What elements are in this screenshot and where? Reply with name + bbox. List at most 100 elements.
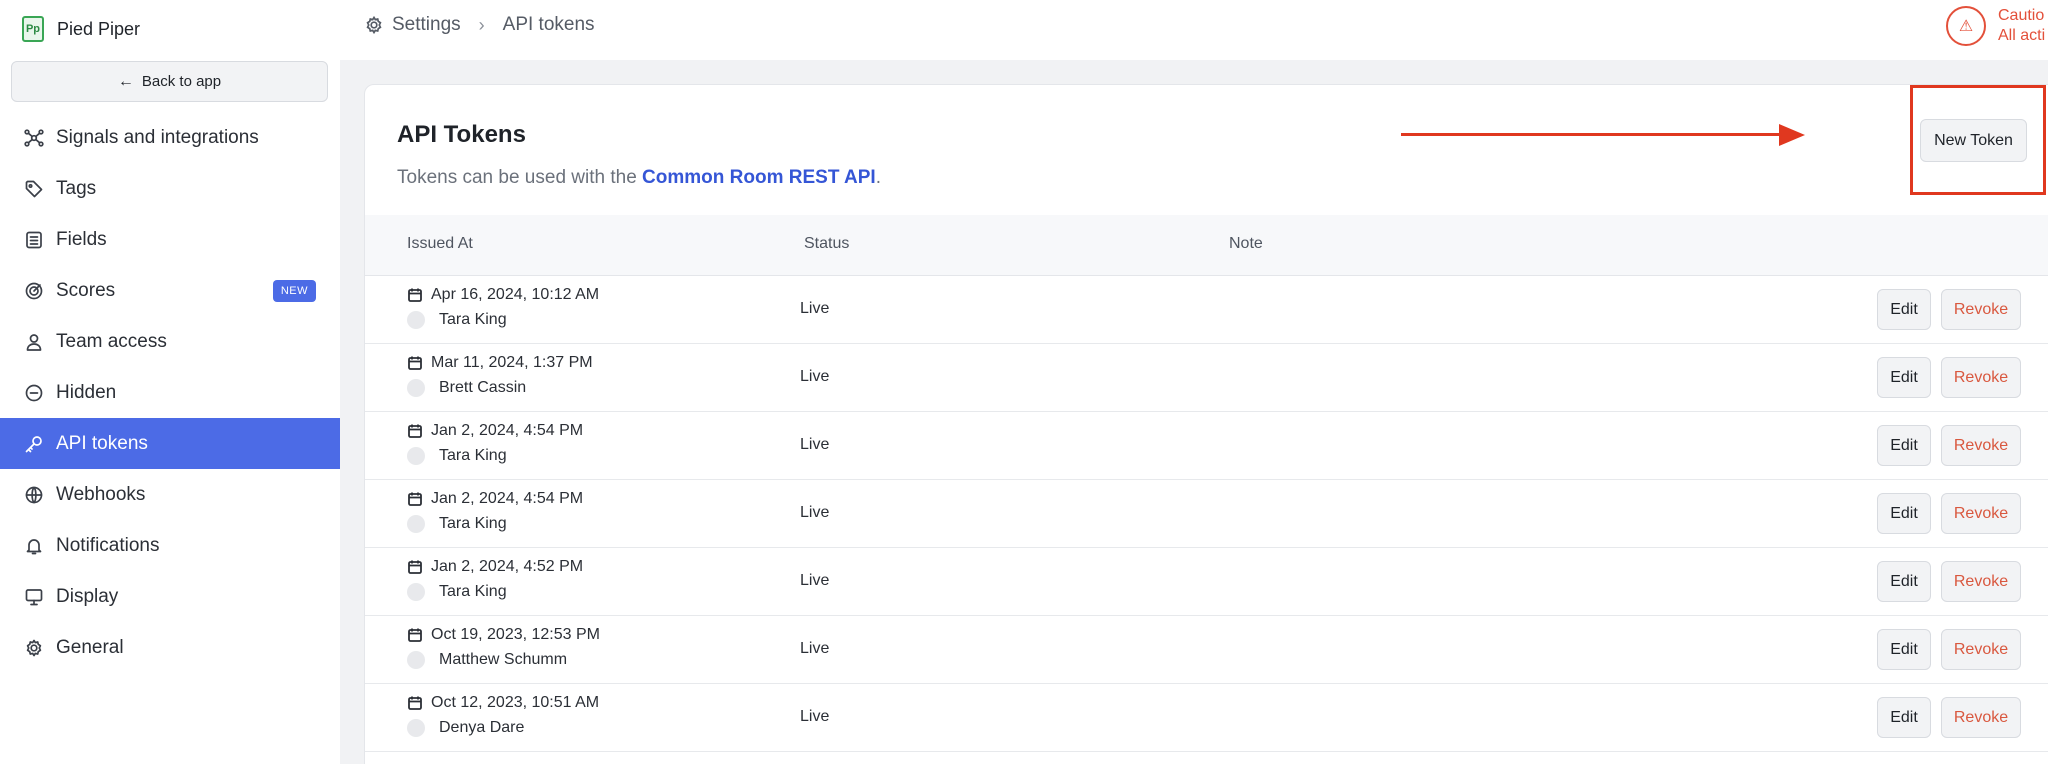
- edit-button[interactable]: Edit: [1877, 561, 1931, 602]
- table-row: Jan 2, 2024, 4:52 PM Tara King Live Edit Rev…: [365, 548, 2048, 616]
- revoke-button[interactable]: Revoke: [1941, 697, 2021, 738]
- edit-button[interactable]: Edit: [1877, 289, 1931, 330]
- sidebar-item-team-access[interactable]: Team access: [0, 316, 340, 367]
- revoke-button[interactable]: Revoke: [1941, 357, 2021, 398]
- table-row: Jan 2, 2024, 4:54 PM Tara King Live Edit Rev…: [365, 480, 2048, 548]
- issuer-name: Tara King: [439, 311, 507, 328]
- calendar-icon: [407, 695, 423, 711]
- breadcrumb-settings[interactable]: Settings: [392, 14, 461, 36]
- back-to-app-button[interactable]: ← Back to app: [11, 61, 328, 102]
- issued-date: Oct 19, 2023, 12:53 PM: [431, 626, 600, 643]
- calendar-icon: [407, 287, 423, 303]
- brand-name: Pied Piper: [57, 18, 141, 39]
- issued-date: Oct 12, 2023, 10:51 AM: [431, 694, 600, 711]
- sidebar-item-webhooks[interactable]: Webhooks: [0, 469, 340, 520]
- avatar: [407, 583, 425, 601]
- issued-date: Apr 16, 2024, 10:12 AM: [431, 286, 600, 303]
- table-row: Oct 19, 2023, 12:53 PM Matthew Schumm Live…: [365, 616, 2048, 684]
- calendar-icon: [407, 355, 423, 371]
- share-nodes-icon: [24, 128, 44, 148]
- new-badge: NEW: [272, 280, 316, 302]
- sidebar-item-label: Webhooks: [56, 483, 146, 505]
- revoke-button[interactable]: Revoke: [1941, 425, 2021, 466]
- breadcrumb: Settings › API tokens: [364, 14, 595, 36]
- issued-at: Jan 2, 2024, 4:54 PM: [407, 422, 583, 440]
- edit-button[interactable]: Edit: [1877, 629, 1931, 670]
- issuer-name: Tara King: [439, 515, 507, 532]
- status-text: Live: [800, 300, 830, 317]
- revoke-button[interactable]: Revoke: [1941, 289, 2021, 330]
- annotation-arrow-head: [1779, 124, 1805, 146]
- sidebar-item-api-tokens[interactable]: API tokens: [0, 418, 340, 469]
- caution-line-2: All acti: [1998, 27, 2046, 44]
- gear-icon: [24, 638, 44, 658]
- sidebar-item-hidden[interactable]: Hidden: [0, 367, 340, 418]
- key-icon: [24, 434, 44, 454]
- avatar: [407, 651, 425, 669]
- main-content: API Tokens Tokens can be used with the C…: [340, 60, 2048, 764]
- breadcrumb-current: API tokens: [502, 14, 595, 35]
- edit-button[interactable]: Edit: [1877, 425, 1931, 466]
- caution-banner[interactable]: ⚠ Cautio All acti: [1946, 6, 2045, 46]
- sidebar-item-label: General: [56, 636, 124, 658]
- token-table-body: Apr 16, 2024, 10:12 AM Tara King Live Edit R…: [365, 276, 2048, 752]
- edit-button[interactable]: Edit: [1877, 357, 1931, 398]
- issued-by: Denya Dare: [407, 719, 524, 737]
- globe-icon: [24, 485, 44, 505]
- sidebar-item-label: Team access: [56, 330, 167, 352]
- subtitle-prefix: Tokens can be used with the: [397, 167, 643, 188]
- target-icon: [24, 281, 44, 301]
- page-title: API Tokens: [397, 121, 526, 148]
- minus-circle-icon: [24, 383, 44, 403]
- revoke-button[interactable]: Revoke: [1941, 629, 2021, 670]
- arrow-left-icon: ←: [117, 72, 134, 90]
- issued-by: Matthew Schumm: [407, 651, 567, 669]
- sidebar-item-general[interactable]: General: [0, 622, 340, 673]
- rest-api-link[interactable]: Common Room REST API: [642, 167, 876, 188]
- edit-button[interactable]: Edit: [1877, 697, 1931, 738]
- sidebar-item-fields[interactable]: Fields: [0, 214, 340, 265]
- caution-text: Cautio All acti: [1998, 6, 2045, 46]
- status-text: Live: [800, 708, 830, 725]
- table-header: Issued At Status Note: [365, 215, 2048, 276]
- sidebar-item-scores[interactable]: Scores NEW: [0, 265, 340, 316]
- issued-date: Jan 2, 2024, 4:54 PM: [431, 422, 584, 439]
- issued-by: Tara King: [407, 447, 507, 465]
- sidebar-item-label: Signals and integrations: [56, 126, 259, 148]
- issued-at: Mar 11, 2024, 1:37 PM: [407, 354, 593, 372]
- calendar-icon: [407, 423, 423, 439]
- subtitle-suffix: .: [875, 167, 881, 188]
- issuer-name: Tara King: [439, 447, 507, 464]
- issued-at: Jan 2, 2024, 4:52 PM: [407, 558, 583, 576]
- avatar: [407, 447, 425, 465]
- user-icon: [24, 332, 44, 352]
- status-text: Live: [800, 572, 830, 589]
- api-tokens-card: API Tokens Tokens can be used with the C…: [364, 84, 2048, 764]
- table-row: Jan 2, 2024, 4:54 PM Tara King Live Edit Rev…: [365, 412, 2048, 480]
- calendar-icon: [407, 491, 423, 507]
- table-row: Mar 11, 2024, 1:37 PM Brett Cassin Live Edi…: [365, 344, 2048, 412]
- column-issued-at: Issued At: [407, 235, 473, 252]
- brand[interactable]: Pp Pied Piper: [22, 14, 140, 44]
- page-subtitle: Tokens can be used with the Common Room …: [397, 167, 881, 189]
- issued-at: Apr 16, 2024, 10:12 AM: [407, 286, 599, 304]
- caution-line-1: Cautio: [1998, 7, 2045, 24]
- revoke-button[interactable]: Revoke: [1941, 493, 2021, 534]
- avatar: [407, 311, 425, 329]
- sidebar-item-signals[interactable]: Signals and integrations: [0, 112, 340, 163]
- sidebar-item-notifications[interactable]: Notifications: [0, 520, 340, 571]
- brand-logo: Pp: [22, 16, 44, 42]
- avatar: [407, 379, 425, 397]
- sidebar-item-label: API tokens: [56, 432, 148, 454]
- sidebar-item-display[interactable]: Display: [0, 571, 340, 622]
- sidebar-item-label: Notifications: [56, 534, 160, 556]
- new-token-button[interactable]: New Token: [1920, 119, 2027, 162]
- sidebar-item-tags[interactable]: Tags: [0, 163, 340, 214]
- issued-by: Brett Cassin: [407, 379, 526, 397]
- back-to-app-label: Back to app: [141, 73, 222, 90]
- issued-by: Tara King: [407, 311, 507, 329]
- revoke-button[interactable]: Revoke: [1941, 561, 2021, 602]
- edit-button[interactable]: Edit: [1877, 493, 1931, 534]
- status-text: Live: [800, 640, 830, 657]
- avatar: [407, 515, 425, 533]
